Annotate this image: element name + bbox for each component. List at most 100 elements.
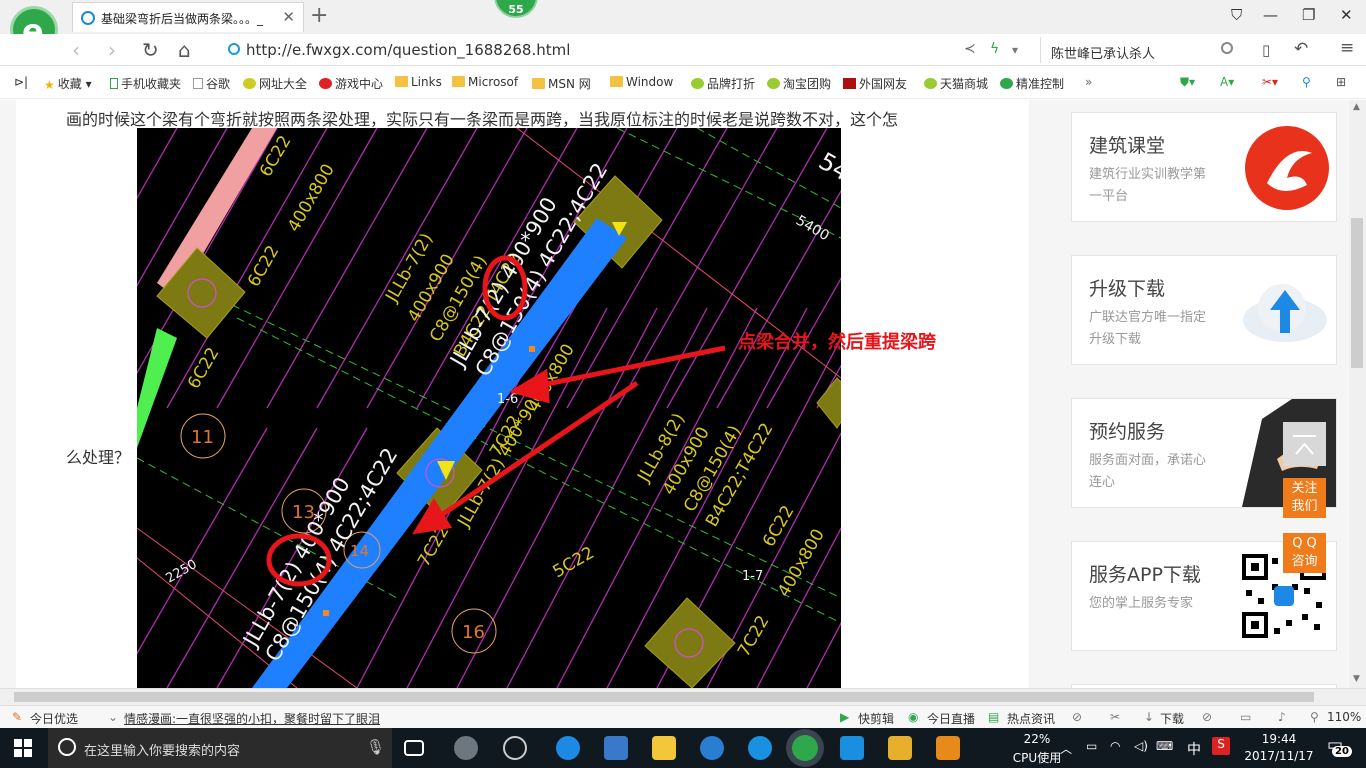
- browser-tab[interactable]: 基础梁弯折后当做两条梁。。。_ ✕: [72, 2, 304, 32]
- bookmark-sites[interactable]: 网址大全: [243, 75, 307, 92]
- url-field[interactable]: http://e.fwxgx.com/question_1688268.html: [222, 37, 1034, 63]
- horizontal-scrollbar[interactable]: [0, 688, 1366, 705]
- taskbar-search-box[interactable]: 在这里输入你要搜索的内容 🎙: [48, 728, 392, 768]
- cloud-upload-icon: [1243, 284, 1327, 342]
- clock-date[interactable]: 2017/11/17: [1244, 749, 1314, 763]
- tray-up-icon[interactable]: ︿: [1060, 740, 1072, 757]
- sidebar-toggle-icon[interactable]: ⊳|: [14, 75, 28, 89]
- scroll-down-icon[interactable]: ▼: [1353, 674, 1360, 684]
- file-explorer-icon[interactable]: [652, 736, 676, 760]
- spiral-app-icon[interactable]: [503, 736, 527, 760]
- new-tab-button[interactable]: +: [310, 3, 328, 28]
- vertical-scrollbar[interactable]: ▲ ▼: [1349, 100, 1366, 688]
- search-icon[interactable]: [1221, 42, 1233, 54]
- microphone-icon[interactable]: 🎙: [366, 738, 385, 756]
- apps-grid-icon[interactable]: ⊞: [1336, 75, 1346, 89]
- home-icon[interactable]: ⌂: [178, 38, 191, 62]
- app-blue-icon[interactable]: [840, 736, 864, 760]
- bookmark-brand-sale[interactable]: 品牌打折: [691, 75, 755, 92]
- quick-cut-link[interactable]: 快剪辑: [858, 710, 894, 727]
- edge-browser-icon[interactable]: [556, 736, 580, 760]
- mobile-icon[interactable]: ▯: [1262, 41, 1270, 59]
- menu-icon[interactable]: ≡: [1340, 38, 1354, 58]
- vertical-scroll-thumb[interactable]: [1351, 218, 1363, 368]
- search-text[interactable]: 陈世峰已承认杀人: [1051, 43, 1155, 62]
- sidebar-card-title: 建筑课堂: [1089, 135, 1166, 157]
- scissors-icon[interactable]: ✂▾: [1262, 75, 1278, 89]
- translate-icon[interactable]: A▾: [1220, 75, 1234, 89]
- qq-consult-button[interactable]: Q Q 咨询: [1283, 533, 1326, 573]
- sogou-ime-icon[interactable]: S: [1212, 737, 1230, 755]
- glodon-app-icon[interactable]: [748, 736, 772, 760]
- site-favicon-icon: [81, 11, 95, 25]
- sidebar-card-title: 服务APP下载: [1089, 564, 1201, 586]
- keyboard-icon[interactable]: ⌨: [1156, 739, 1173, 753]
- clock-time[interactable]: 19:44: [1246, 732, 1312, 746]
- follow-us-button[interactable]: 关注我们: [1283, 478, 1326, 518]
- wifi-icon[interactable]: ◠: [1110, 739, 1120, 753]
- lightning-icon[interactable]: ϟ: [990, 41, 999, 57]
- magnifier-icon[interactable]: ⚲: [1302, 75, 1311, 89]
- shirt-skin-icon[interactable]: ⛉: [1231, 6, 1242, 24]
- active-browser-icon[interactable]: [792, 735, 818, 761]
- notepad-icon[interactable]: [888, 736, 912, 760]
- bookmark-taobao[interactable]: 淘宝团购: [767, 75, 831, 92]
- url-text[interactable]: http://e.fwxgx.com/question_1688268.html: [246, 41, 570, 59]
- download-link[interactable]: 下载: [1160, 710, 1184, 727]
- scroll-up-icon[interactable]: ▲: [1353, 102, 1360, 112]
- chevron-down-icon[interactable]: ▾: [1012, 43, 1018, 57]
- bookmark-foreign[interactable]: 外国网友: [843, 75, 907, 92]
- bookmark-favorites[interactable]: ★ 收藏 ▾: [44, 75, 92, 92]
- more-bookmarks-icon[interactable]: »: [1085, 75, 1092, 89]
- tools-icon[interactable]: ✂: [1110, 710, 1120, 724]
- clean-icon[interactable]: ⊘: [1202, 710, 1212, 724]
- volume-icon[interactable]: ◁): [1134, 739, 1148, 753]
- windows-start-icon[interactable]: [14, 739, 32, 757]
- bookmark-mobile[interactable]: 手机收藏夹: [110, 75, 181, 92]
- close-window-icon[interactable]: ✕: [1340, 6, 1353, 24]
- bookmark-windows[interactable]: Window: [610, 75, 673, 89]
- minimize-icon[interactable]: —: [1263, 6, 1278, 24]
- task-view-icon[interactable]: [404, 740, 424, 756]
- speed-icon[interactable]: ⊘: [1072, 710, 1082, 724]
- today-pick-link[interactable]: 今日优选: [30, 710, 78, 727]
- bookmark-precise[interactable]: 精准控制: [1000, 75, 1064, 92]
- news-ticker-link[interactable]: 情感漫画:一直很坚强的小扣，聚餐时留下了眼泪: [124, 710, 380, 727]
- pinwheel-app-icon[interactable]: [454, 736, 478, 760]
- sidebar-card-course[interactable]: 建筑课堂 建筑行业实训教学第一平台: [1071, 112, 1337, 222]
- horizontal-scroll-thumb[interactable]: [14, 692, 1314, 702]
- hot-news-link[interactable]: 热点资讯: [1007, 710, 1055, 727]
- ie-browser-icon[interactable]: [700, 736, 724, 760]
- back-icon[interactable]: ‹: [72, 38, 80, 62]
- bookmark-games[interactable]: 游戏中心: [319, 75, 383, 92]
- bookmark-tmall[interactable]: 天猫商城: [924, 75, 988, 92]
- search-field[interactable]: 陈世峰已承认杀人: [1040, 37, 1240, 63]
- bookmark-links[interactable]: Links: [395, 75, 442, 89]
- notification-badge[interactable]: 55: [494, 0, 538, 18]
- bookmark-google[interactable]: 谷歌: [193, 75, 230, 92]
- app-orange-icon[interactable]: [936, 736, 960, 760]
- cpu-percent: 22%: [1023, 732, 1051, 746]
- sidebar-card-desc: 服务面对面，承诺心连心: [1089, 453, 1207, 490]
- cpu-label: CPU使用: [1012, 751, 1062, 765]
- live-link[interactable]: 今日直播: [927, 710, 975, 727]
- bookmark-msn[interactable]: MSN 网: [532, 75, 591, 92]
- store-icon[interactable]: [604, 736, 628, 760]
- shield-icon[interactable]: ⛊▾: [1180, 75, 1195, 90]
- undo-icon[interactable]: ↶: [1294, 39, 1308, 59]
- bookmark-microsoft[interactable]: Microsof: [452, 75, 518, 89]
- back-to-top-button[interactable]: [1283, 422, 1326, 466]
- close-tab-icon[interactable]: ✕: [282, 8, 295, 26]
- zoom-level[interactable]: 110%: [1327, 710, 1361, 724]
- ime-indicator[interactable]: 中: [1187, 739, 1201, 759]
- battery-icon[interactable]: ▭: [1086, 739, 1097, 753]
- refresh-icon[interactable]: ↻: [142, 38, 159, 62]
- forward-icon[interactable]: ›: [108, 38, 116, 62]
- share-icon[interactable]: ≺: [964, 41, 976, 57]
- restore-icon[interactable]: ❐: [1302, 6, 1315, 24]
- sidebar-card-download[interactable]: 升级下载 广联达官方唯一指定升级下载: [1071, 255, 1337, 365]
- cad-circle-label: 16: [462, 622, 485, 643]
- sound-icon[interactable]: ♪: [1278, 710, 1286, 724]
- window-icon[interactable]: ▭: [1240, 710, 1251, 724]
- chevron-down-icon[interactable]: ⌄: [108, 710, 118, 724]
